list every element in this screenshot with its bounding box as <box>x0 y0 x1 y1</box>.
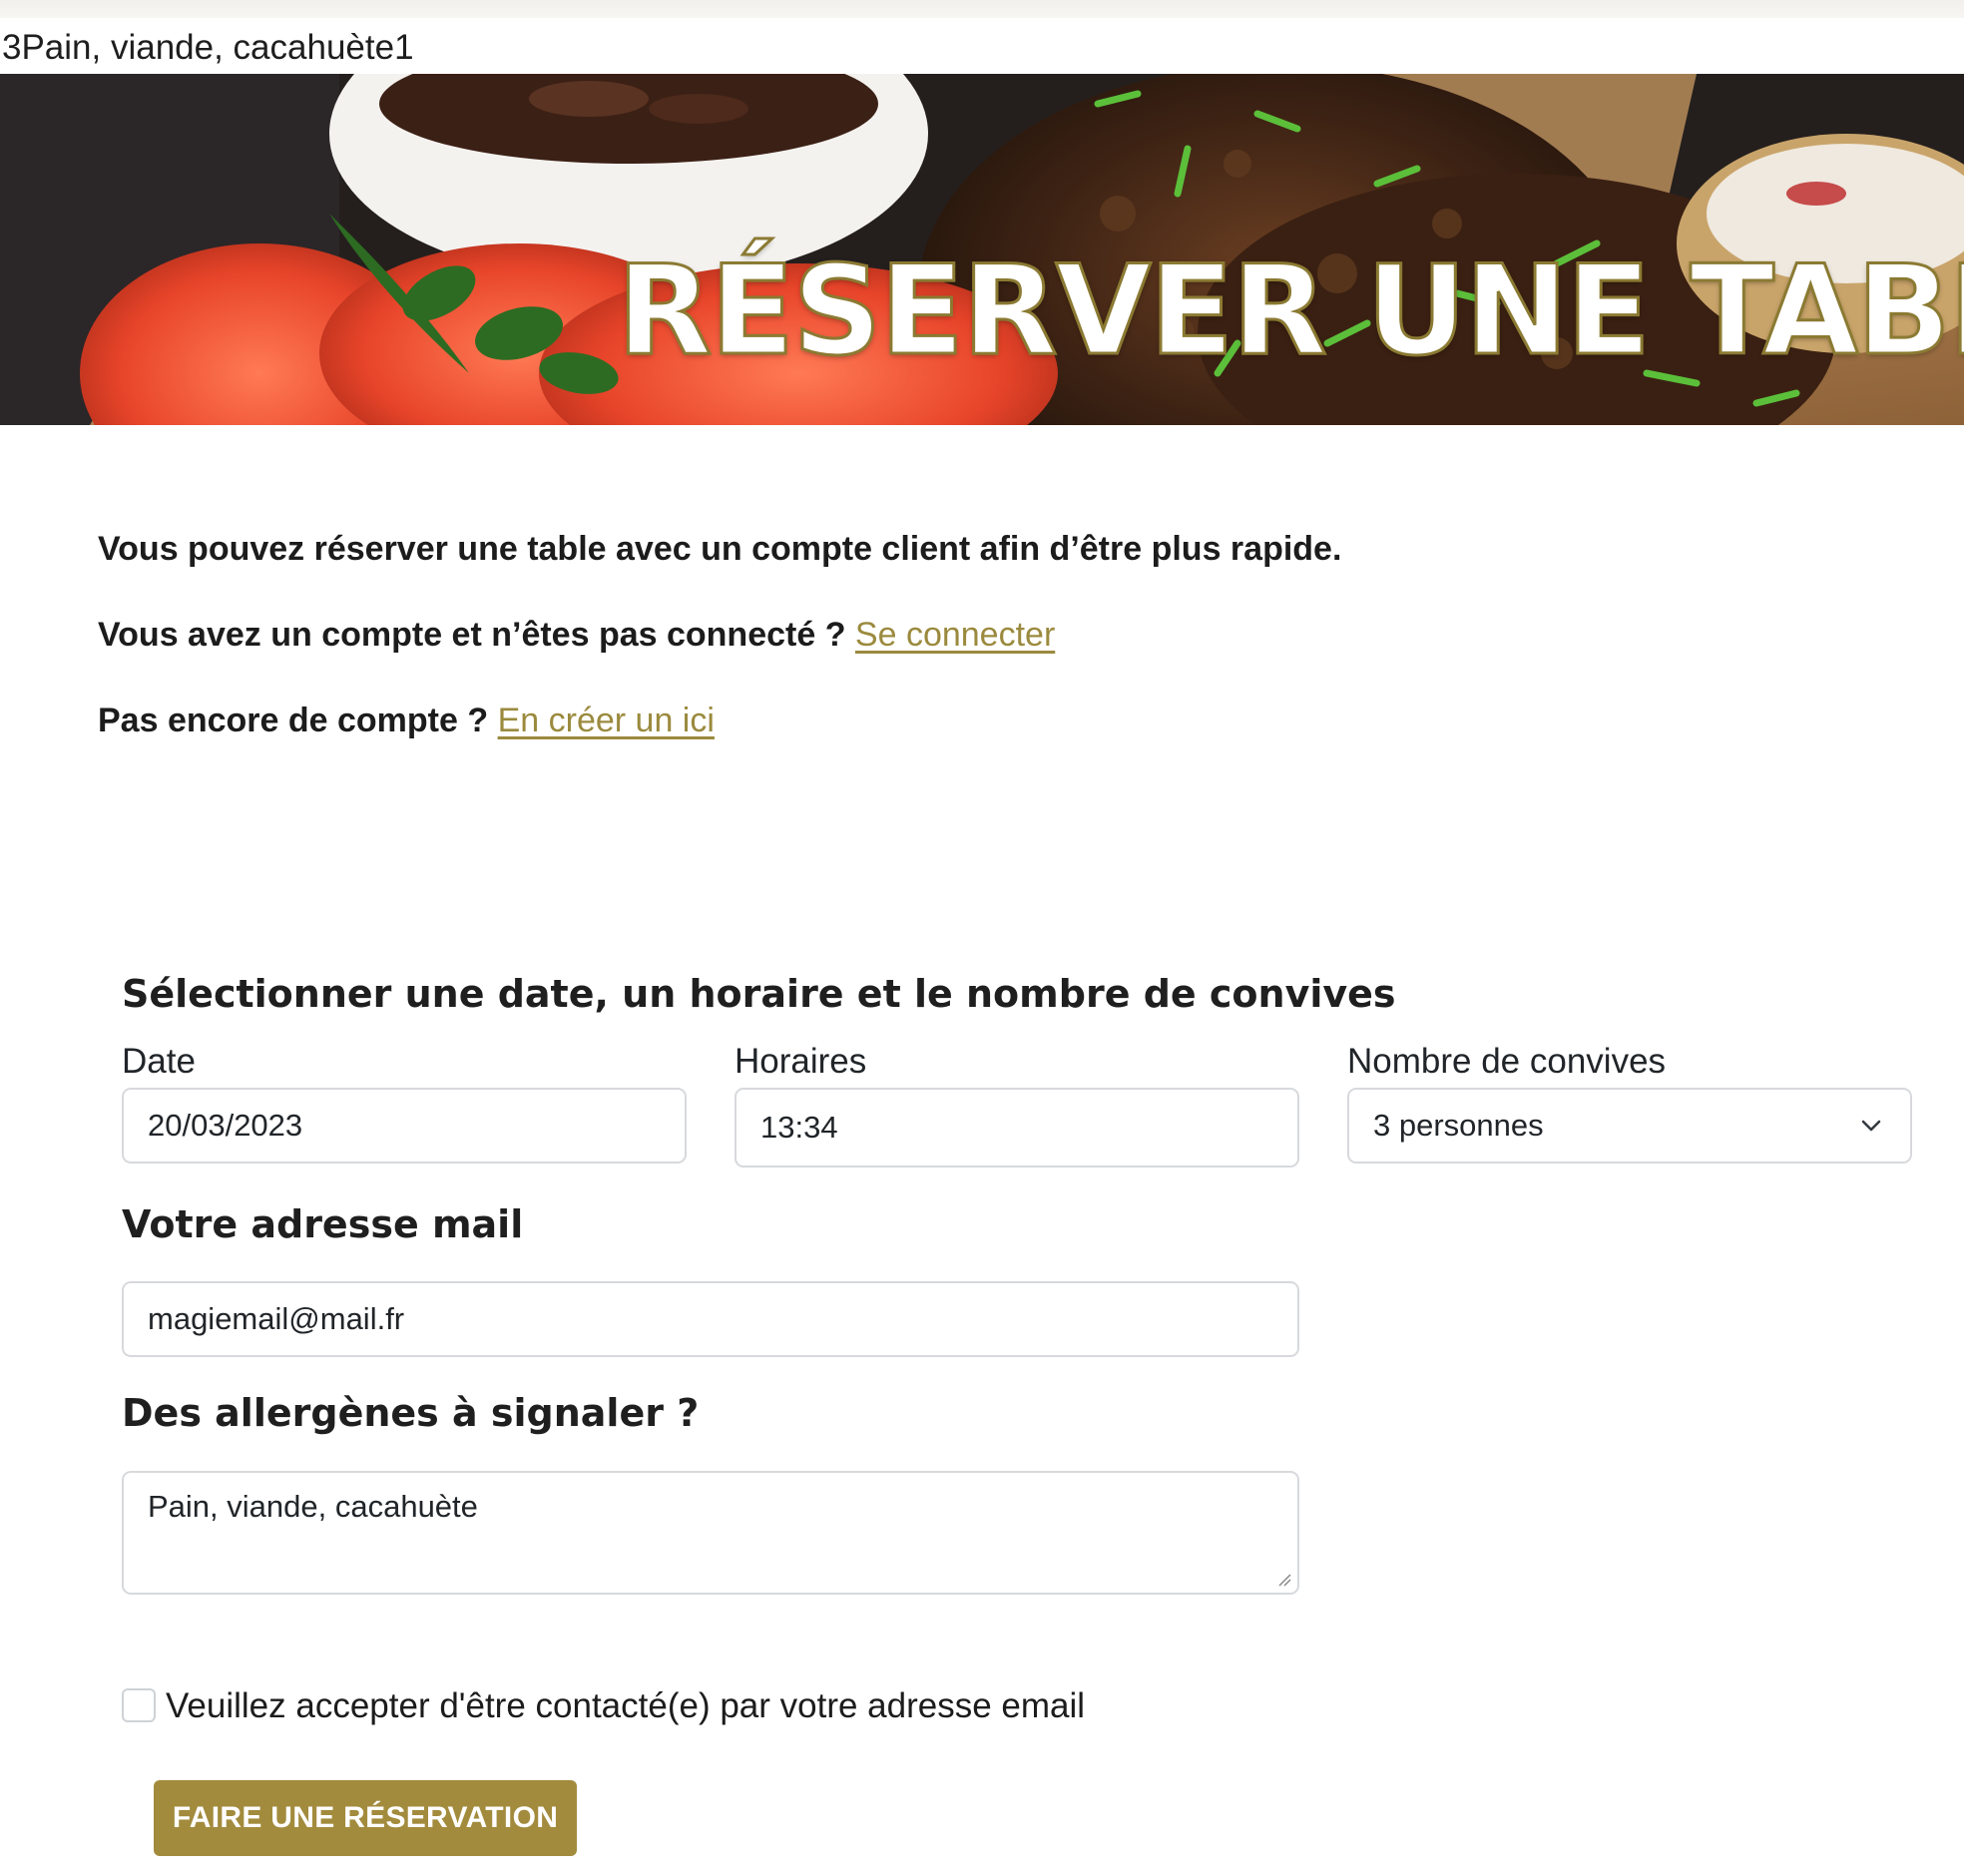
hero-banner: RÉSERVER UNE TABLE <box>0 74 1964 425</box>
login-link[interactable]: Se connecter <box>855 616 1055 654</box>
email-input[interactable]: magiemail@mail.fr <box>122 1281 1299 1357</box>
email-section-heading: Votre adresse mail <box>122 1202 524 1246</box>
email-input-value: magiemail@mail.fr <box>148 1301 405 1336</box>
guests-label: Nombre de convives <box>1347 1042 1667 1081</box>
allergens-section-heading: Des allergènes à signaler ? <box>122 1391 700 1435</box>
intro-account-info: Vous pouvez réserver une table avec un c… <box>98 530 1342 568</box>
date-input-value: 20/03/2023 <box>148 1108 303 1143</box>
allergens-textarea-value: Pain, viande, cacahuète <box>148 1489 478 1524</box>
browser-top-strip <box>0 0 1964 18</box>
page-title: RÉSERVER UNE TABLE <box>616 239 1964 383</box>
guests-select[interactable]: 3 personnes <box>1347 1088 1912 1164</box>
guests-select-value: 3 personnes <box>1373 1108 1544 1143</box>
resize-handle-icon[interactable] <box>1277 1573 1291 1587</box>
submit-reservation-button[interactable]: FAIRE UNE RÉSERVATION <box>154 1780 577 1856</box>
consent-checkbox[interactable] <box>122 1688 156 1722</box>
time-input[interactable]: 13:34 <box>735 1088 1299 1168</box>
consent-label: Veuillez accepter d'être contacté(e) par… <box>166 1686 1086 1725</box>
time-input-value: 13:34 <box>760 1110 838 1145</box>
time-label: Horaires <box>735 1042 867 1081</box>
booking-section-heading: Sélectionner une date, un horaire et le … <box>122 972 1396 1016</box>
chevron-down-icon <box>1861 1120 1881 1132</box>
allergens-textarea[interactable]: Pain, viande, cacahuète <box>122 1471 1299 1595</box>
date-label: Date <box>122 1042 196 1081</box>
intro-signup-line: Pas encore de compte ? En créer un ici <box>98 699 715 742</box>
intro-signup-text: Pas encore de compte ? <box>98 702 489 739</box>
intro-login-text: Vous avez un compte et n’êtes pas connec… <box>98 616 846 654</box>
date-input[interactable]: 20/03/2023 <box>122 1088 687 1164</box>
signup-link[interactable]: En créer un ici <box>498 702 715 739</box>
debug-output-text: 3Pain, viande, cacahuète1 <box>2 28 414 67</box>
intro-login-line: Vous avez un compte et n’êtes pas connec… <box>98 613 1055 657</box>
